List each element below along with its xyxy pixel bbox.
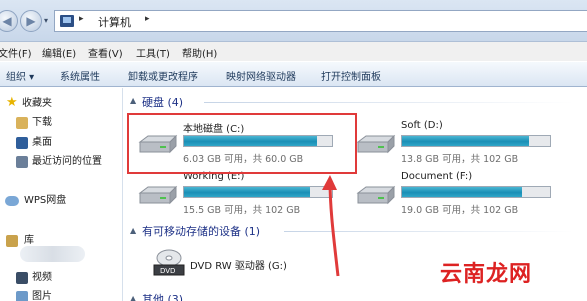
drive-d[interactable]: Soft (D:) 13.8 GB 可用，共 102 GB (354, 120, 574, 172)
library-icon (6, 235, 18, 247)
menu-bar: 文件(F) 编辑(E) 查看(V) 工具(T) 帮助(H) (0, 42, 587, 61)
uninstall-program-button[interactable]: 卸载或更改程序 (128, 68, 198, 83)
nav-desktop[interactable]: 桌面 (0, 135, 123, 151)
map-network-drive-button[interactable]: 映射网络驱动器 (226, 68, 296, 83)
drive-g-label: DVD RW 驱动器 (G:) (190, 261, 287, 272)
navigation-pane: ★ 收藏夹 下载 桌面 最近访问的位置 WPS网盘 库 视频 图片 (0, 88, 123, 301)
recent-places-icon (16, 156, 28, 168)
open-control-panel-button[interactable]: 打开控制面板 (321, 68, 381, 83)
drive-e-usage-bar (183, 186, 333, 198)
nav-favorites[interactable]: ★ 收藏夹 (0, 96, 123, 112)
group-header-hard-drives[interactable]: 硬盘 (4) (142, 94, 183, 109)
drive-d-usage-bar (401, 135, 551, 147)
star-icon: ★ (6, 95, 18, 110)
drive-d-space-info: 13.8 GB 可用，共 102 GB (401, 154, 519, 165)
forward-button[interactable]: ▶ (20, 10, 42, 32)
address-bar[interactable]: ▸ 计算机 ▸ (54, 10, 587, 32)
group-header-removable[interactable]: 有可移动存储的设备 (1) (142, 223, 260, 238)
drive-f[interactable]: Document (F:) 19.0 GB 可用，共 102 GB (354, 171, 574, 223)
drive-e-usage-fill (184, 187, 310, 197)
downloads-folder-icon (16, 117, 28, 129)
system-properties-button[interactable]: 系统属性 (60, 68, 100, 83)
video-library-icon (16, 272, 28, 284)
drive-f-usage-bar (401, 186, 551, 198)
group-header-other[interactable]: 其他 (3) (142, 291, 183, 301)
recent-pages-chevron-icon[interactable]: ▾ (44, 16, 48, 25)
group-divider (284, 231, 574, 232)
drive-f-space-info: 19.0 GB 可用，共 102 GB (401, 205, 519, 216)
group-divider (204, 102, 574, 103)
drive-f-usage-fill (402, 187, 522, 197)
menu-edit[interactable]: 编辑(E) (42, 45, 76, 60)
breadcrumb-chevron-icon[interactable]: ▸ (79, 14, 84, 24)
menu-help[interactable]: 帮助(H) (182, 45, 217, 60)
address-bar-region: ◀ ▶ ▾ ▸ 计算机 ▸ (0, 0, 587, 42)
nav-videos[interactable]: 视频 (0, 270, 123, 286)
drive-f-label: Document (F:) (401, 171, 473, 182)
hard-drive-icon (356, 185, 396, 205)
breadcrumb-computer[interactable]: 计算机 (98, 14, 131, 30)
drive-e[interactable]: Working (E:) 15.5 GB 可用，共 102 GB (136, 171, 356, 223)
annotation-highlight-box (127, 113, 357, 174)
picture-library-icon (16, 291, 28, 301)
dvd-badge: DVD (160, 267, 175, 275)
hard-drive-icon (138, 185, 178, 205)
computer-icon (60, 15, 74, 27)
watermark-text: 云南龙网 (440, 261, 533, 287)
back-button[interactable]: ◀ (0, 10, 18, 32)
dvd-drive-icon: DVD (153, 249, 185, 276)
hard-drive-icon (356, 134, 396, 154)
drive-d-label: Soft (D:) (401, 120, 443, 131)
menu-view[interactable]: 查看(V) (88, 45, 123, 60)
nav-downloads[interactable]: 下载 (0, 115, 123, 131)
collapse-group-icon[interactable]: ▲ (130, 294, 136, 301)
breadcrumb-chevron-icon[interactable]: ▸ (145, 14, 150, 24)
drive-d-usage-fill (402, 136, 530, 146)
nav-pictures[interactable]: 图片 (0, 289, 123, 301)
desktop-icon (16, 137, 28, 149)
nav-recent-places[interactable]: 最近访问的位置 (0, 154, 123, 170)
menu-file[interactable]: 文件(F) (0, 45, 32, 60)
cloud-icon (5, 196, 19, 206)
blurred-item (20, 246, 85, 262)
collapse-group-icon[interactable]: ▲ (130, 226, 136, 235)
drive-e-space-info: 15.5 GB 可用，共 102 GB (183, 205, 301, 216)
organize-button[interactable]: 组织 ▾ (6, 68, 34, 83)
collapse-group-icon[interactable]: ▲ (130, 96, 136, 105)
nav-wps-drive[interactable]: WPS网盘 (0, 193, 123, 209)
command-bar: 组织 ▾ 系统属性 卸载或更改程序 映射网络驱动器 打开控制面板 (0, 61, 587, 87)
menu-tools[interactable]: 工具(T) (136, 45, 170, 60)
drive-g-dvd[interactable]: DVD DVD RW 驱动器 (G:) (152, 248, 352, 278)
